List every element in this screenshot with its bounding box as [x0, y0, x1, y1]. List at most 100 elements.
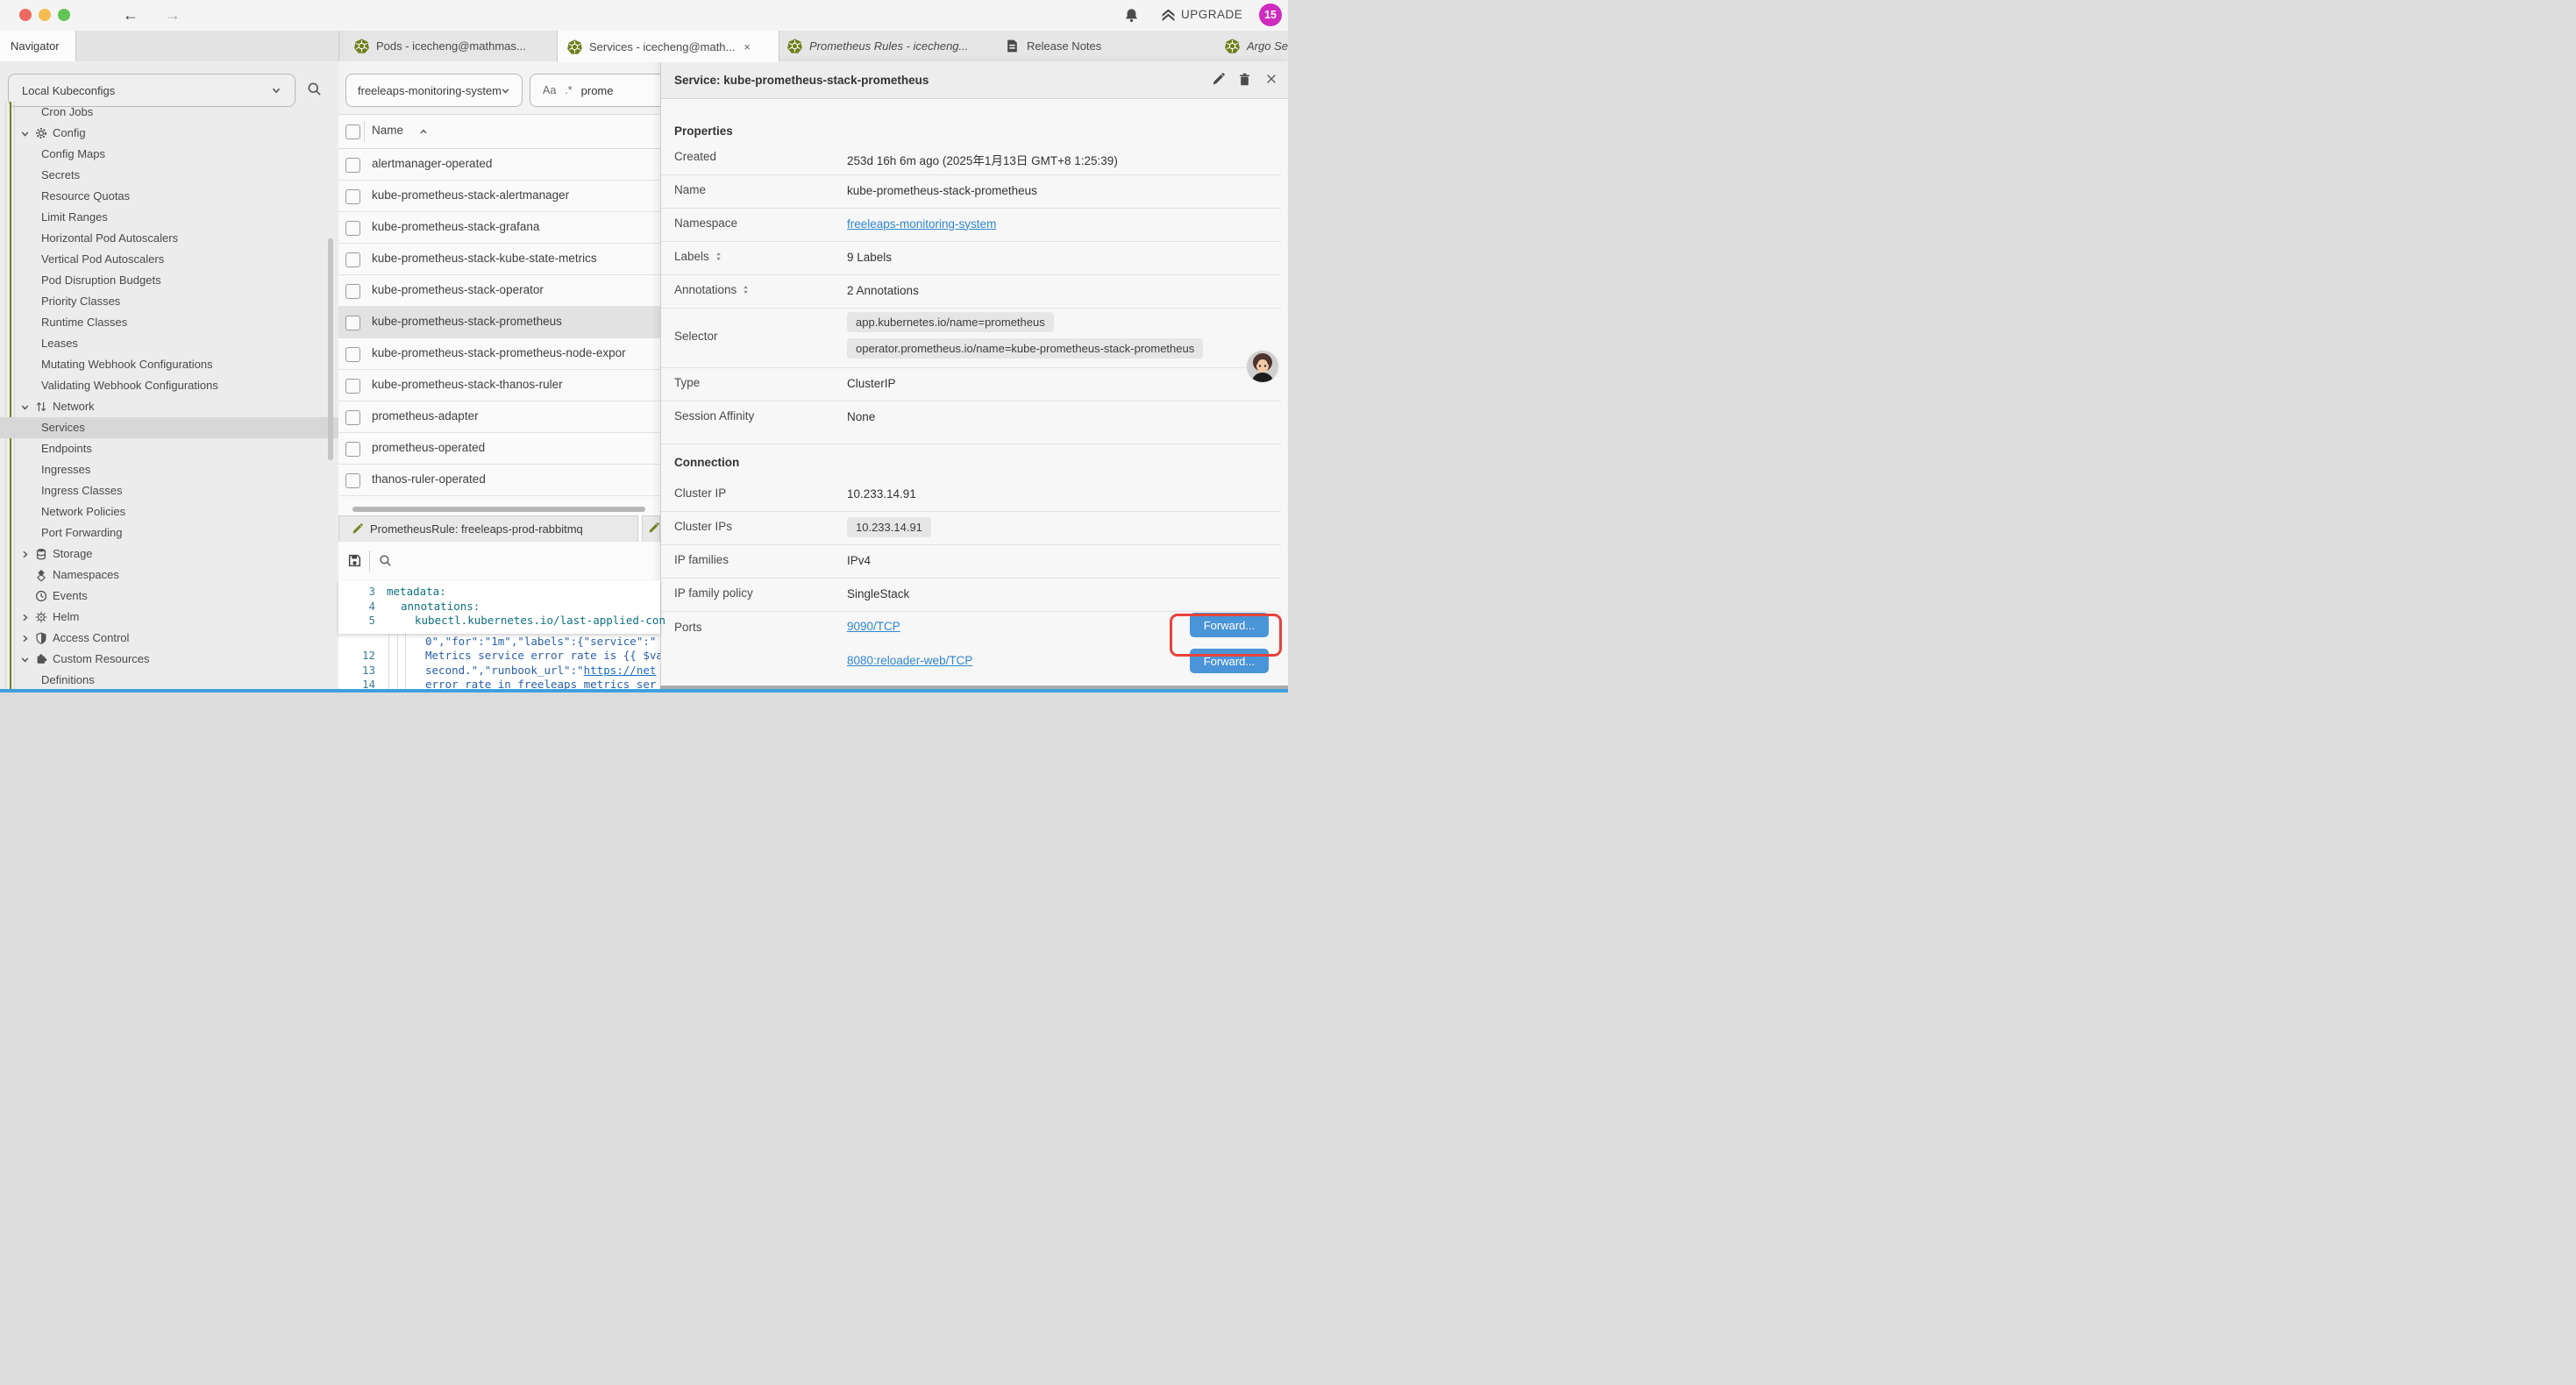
- horizontal-scrollbar[interactable]: [352, 507, 645, 512]
- traffic-light-zoom-icon[interactable]: [58, 9, 70, 21]
- sidebar-item-network[interactable]: Network: [0, 396, 338, 417]
- sidebar-item-endpoints[interactable]: Endpoints: [0, 438, 338, 459]
- table-row[interactable]: kube-prometheus-stack-grafana: [338, 212, 660, 244]
- sidebar-item-config-maps[interactable]: Config Maps: [0, 144, 338, 165]
- select-all-checkbox[interactable]: [345, 124, 360, 139]
- table-row[interactable]: alertmanager-operated: [338, 149, 660, 181]
- notifications-bell-icon[interactable]: [1124, 8, 1139, 23]
- row-checkbox[interactable]: [345, 284, 360, 299]
- row-checkbox[interactable]: [345, 252, 360, 267]
- editor-search-icon[interactable]: [379, 554, 392, 567]
- chevron-down-icon[interactable]: [19, 401, 31, 413]
- yaml-editor[interactable]: 0","for":"1m","labels":{"service":"12Met…: [338, 580, 660, 692]
- sidebar-item-secrets[interactable]: Secrets: [0, 165, 338, 186]
- sidebar-item-pod-disruption-budgets[interactable]: Pod Disruption Budgets: [0, 270, 338, 291]
- detail-value-link[interactable]: freeleaps-monitoring-system: [847, 217, 996, 231]
- sidebar-item-config[interactable]: Config: [0, 123, 338, 144]
- sidebar-item-custom-resources[interactable]: Custom Resources: [0, 649, 338, 670]
- traffic-light-close-icon[interactable]: [19, 9, 32, 21]
- regex-icon[interactable]: .*: [565, 84, 572, 96]
- tab-prometheus-rules-icecheng[interactable]: Prometheus Rules - icecheng...: [778, 31, 996, 61]
- edit-pencil-icon[interactable]: [1212, 73, 1225, 86]
- sidebar-item-priority-classes[interactable]: Priority Classes: [0, 291, 338, 312]
- account-badge[interactable]: 15: [1259, 4, 1282, 26]
- sort-ascending-icon[interactable]: [418, 126, 429, 137]
- tab-release-notes[interactable]: Release Notes: [995, 31, 1216, 61]
- sidebar-item-services[interactable]: Services: [0, 417, 338, 438]
- sidebar-item-runtime-classes[interactable]: Runtime Classes: [0, 312, 338, 333]
- sidebar-item-storage[interactable]: Storage: [0, 543, 338, 565]
- row-checkbox[interactable]: [345, 316, 360, 330]
- kubernetes-icon: [1225, 39, 1240, 53]
- table-row[interactable]: kube-prometheus-stack-thanos-ruler: [338, 370, 660, 401]
- sidebar-item-namespaces[interactable]: Namespaces: [0, 565, 338, 586]
- tab-pods-icecheng-mathmas[interactable]: Pods - icecheng@mathmas...: [345, 31, 558, 61]
- sidebar-item-port-forwarding[interactable]: Port Forwarding: [0, 522, 338, 543]
- upgrade-label[interactable]: UPGRADE: [1181, 8, 1242, 21]
- filter-input[interactable]: Aa .* prome: [530, 74, 672, 107]
- table-row[interactable]: kube-prometheus-stack-kube-state-metrics: [338, 244, 660, 275]
- sidebar-item-events[interactable]: Events: [0, 586, 338, 607]
- name-column-header[interactable]: Name: [372, 124, 403, 137]
- match-case-icon[interactable]: Aa: [543, 84, 556, 96]
- sidebar-item-mutating-webhook-configurations[interactable]: Mutating Webhook Configurations: [0, 354, 338, 375]
- table-row[interactable]: kube-prometheus-stack-alertmanager: [338, 181, 660, 212]
- tab-label: Services - icecheng@math...: [589, 40, 735, 53]
- sort-updown-icon[interactable]: [741, 285, 751, 295]
- chevron-right-icon[interactable]: [19, 612, 31, 623]
- sidebar-scrollbar[interactable]: [328, 238, 333, 460]
- chevron-right-icon[interactable]: [19, 549, 31, 560]
- navigator-tab[interactable]: Navigator: [0, 31, 76, 61]
- port-link[interactable]: 8080:reloader-web/TCP: [847, 654, 972, 667]
- sidebar-item-validating-webhook-configurations[interactable]: Validating Webhook Configurations: [0, 375, 338, 396]
- sidebar-item-horizontal-pod-autoscalers[interactable]: Horizontal Pod Autoscalers: [0, 228, 338, 249]
- chevron-down-icon[interactable]: [19, 128, 31, 139]
- table-row[interactable]: thanos-ruler-operated: [338, 465, 660, 496]
- tab-argo-se[interactable]: Argo Se: [1215, 31, 1288, 61]
- table-row[interactable]: kube-prometheus-stack-prometheus-node-ex…: [338, 338, 660, 370]
- row-checkbox[interactable]: [345, 189, 360, 204]
- row-checkbox[interactable]: [345, 158, 360, 173]
- row-checkbox[interactable]: [345, 347, 360, 362]
- chevron-down-icon[interactable]: [19, 654, 31, 665]
- sidebar-item-access-control[interactable]: Access Control: [0, 628, 338, 649]
- row-checkbox[interactable]: [345, 379, 360, 394]
- sort-updown-icon[interactable]: [714, 252, 723, 261]
- tab-label: Prometheus Rules - icecheng...: [809, 39, 968, 53]
- sidebar-search-icon[interactable]: [307, 82, 322, 96]
- sidebar-item-network-policies[interactable]: Network Policies: [0, 501, 338, 522]
- row-checkbox[interactable]: [345, 221, 360, 236]
- port-link[interactable]: 9090/TCP: [847, 620, 900, 633]
- sidebar-item-ingress-classes[interactable]: Ingress Classes: [0, 480, 338, 501]
- traffic-light-minimize-icon[interactable]: [39, 9, 51, 21]
- back-icon[interactable]: ←: [123, 0, 139, 31]
- row-checkbox[interactable]: [345, 442, 360, 457]
- row-checkbox[interactable]: [345, 473, 360, 488]
- close-icon[interactable]: [1265, 73, 1277, 85]
- avatar[interactable]: [1245, 349, 1280, 384]
- save-icon[interactable]: [347, 553, 362, 568]
- delete-trash-icon[interactable]: [1238, 73, 1251, 86]
- tab-close-icon[interactable]: ×: [744, 40, 751, 53]
- table-row[interactable]: kube-prometheus-stack-prometheus: [338, 307, 660, 338]
- sidebar-item-limit-ranges[interactable]: Limit Ranges: [0, 207, 338, 228]
- editor-tab[interactable]: PrometheusRule: freeleaps-prod-rabbitmq: [338, 515, 638, 542]
- sidebar-item-definitions[interactable]: Definitions: [0, 670, 338, 691]
- upgrade-icon[interactable]: [1161, 8, 1176, 23]
- sidebar-item-helm[interactable]: Helm: [0, 607, 338, 628]
- sidebar-item-vertical-pod-autoscalers[interactable]: Vertical Pod Autoscalers: [0, 249, 338, 270]
- tab-services-icecheng-math[interactable]: Services - icecheng@math... ×: [557, 31, 779, 62]
- table-row[interactable]: kube-prometheus-stack-operator: [338, 275, 660, 307]
- sidebar-item-leases[interactable]: Leases: [0, 333, 338, 354]
- row-checkbox[interactable]: [345, 410, 360, 425]
- editor-url-link[interactable]: https://net: [584, 664, 657, 677]
- forward-icon[interactable]: →: [165, 0, 181, 31]
- sidebar-item-cron-jobs[interactable]: Cron Jobs: [0, 102, 338, 123]
- sidebar-item-ingresses[interactable]: Ingresses: [0, 459, 338, 480]
- sidebar-item-resource-quotas[interactable]: Resource Quotas: [0, 186, 338, 207]
- table-row[interactable]: prometheus-operated: [338, 433, 660, 465]
- table-row[interactable]: prometheus-adapter: [338, 401, 660, 433]
- editor-tab-2[interactable]: [642, 515, 660, 542]
- namespace-select[interactable]: freeleaps-monitoring-system: [345, 74, 523, 107]
- chevron-right-icon[interactable]: [19, 633, 31, 644]
